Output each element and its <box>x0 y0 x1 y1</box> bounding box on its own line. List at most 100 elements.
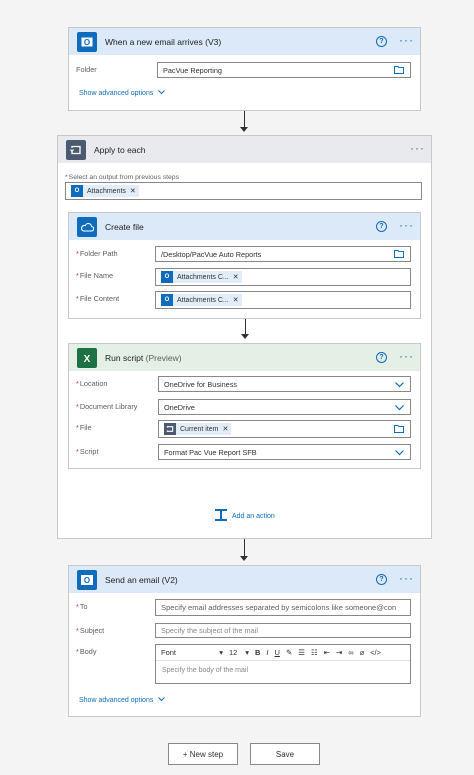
to-placeholder: Specify email addresses separated by sem… <box>161 603 397 612</box>
caret-down-icon: ▾ <box>245 648 249 657</box>
help-icon[interactable]: ? <box>376 352 387 363</box>
underline-icon[interactable]: U <box>275 648 280 657</box>
email-trigger-card: O When a new email arrives (V3) ? ··· Fo… <box>68 27 421 111</box>
loop-icon <box>66 139 86 160</box>
help-icon[interactable]: ? <box>376 574 387 585</box>
folder-picker-icon[interactable] <box>394 65 404 76</box>
remove-token-icon[interactable]: ✕ <box>233 273 239 281</box>
create-file-header[interactable]: Create file ? ··· <box>69 213 420 240</box>
unlink-icon[interactable]: ⌀ <box>360 648 365 657</box>
folder-path-value: /Desktop/PacVue Auto Reports <box>161 249 262 259</box>
folder-path-label: *Folder Path <box>76 249 118 258</box>
subject-label: *Subject <box>76 626 105 635</box>
script-value: Format Pac Vue Report SFB <box>164 447 257 457</box>
more-options-icon[interactable]: ··· <box>399 350 414 364</box>
numbered-list-icon[interactable]: ☷ <box>311 648 318 657</box>
more-options-icon[interactable]: ··· <box>399 219 414 233</box>
file-name-label: *File Name <box>76 271 114 280</box>
show-advanced-options-link[interactable]: Show advanced options <box>79 697 166 704</box>
apply-to-each-container: Apply to each ··· *Select an output from… <box>57 135 432 539</box>
connector-arrow <box>238 111 250 132</box>
file-content-label: *File Content <box>76 294 120 303</box>
folder-picker-icon[interactable] <box>394 249 404 260</box>
document-library-label: *Document Library <box>76 402 138 411</box>
chevron-down-icon <box>395 449 404 458</box>
file-field[interactable]: Current item ✕ <box>158 420 411 438</box>
chevron-down-icon <box>395 404 404 413</box>
location-value: OneDrive for Business <box>164 379 237 389</box>
location-label: *Location <box>76 379 108 388</box>
subject-input[interactable]: Specify the subject of the mail <box>155 623 411 638</box>
attachments-content-token[interactable]: O Attachments C... ✕ <box>161 271 242 283</box>
to-input[interactable]: Specify email addresses separated by sem… <box>155 599 411 616</box>
outlook-icon: O <box>71 185 83 197</box>
chevron-down-icon <box>395 381 404 390</box>
folder-label: Folder <box>76 65 97 74</box>
font-dropdown[interactable]: Font ▾ <box>161 648 223 657</box>
document-library-dropdown[interactable]: OneDrive <box>158 399 411 415</box>
more-options-icon[interactable]: ··· <box>399 34 414 48</box>
remove-token-icon[interactable]: ✕ <box>223 425 229 433</box>
italic-icon[interactable]: I <box>266 648 268 657</box>
increase-indent-icon[interactable]: ⇥ <box>336 648 342 657</box>
run-script-header[interactable]: X Run script (Preview) ? ··· <box>69 344 420 371</box>
subject-placeholder: Specify the subject of the mail <box>161 626 258 635</box>
body-editor[interactable]: Font ▾ 12 ▾ B I U ✎ ☰ ☷ ⇤ ⇥ ∞ ⌀ </> Specif… <box>155 644 411 684</box>
save-button[interactable]: Save <box>250 743 320 765</box>
bold-icon[interactable]: B <box>255 648 260 657</box>
location-dropdown[interactable]: OneDrive for Business <box>158 376 411 392</box>
attachments-token[interactable]: O Attachments ✕ <box>71 185 139 197</box>
connector-arrow <box>239 319 251 339</box>
card-title: Create file <box>105 221 144 232</box>
select-output-label: *Select an output from previous steps <box>65 174 179 181</box>
outlook-icon: O <box>77 569 97 590</box>
connector-arrow <box>238 539 250 561</box>
run-script-card: X Run script (Preview) ? ··· *Location O… <box>68 343 421 469</box>
pen-icon[interactable]: ✎ <box>286 648 292 657</box>
apply-to-each-header[interactable]: Apply to each ··· <box>58 136 431 163</box>
create-file-card: Create file ? ··· *Folder Path /Desktop/… <box>68 212 421 319</box>
decrease-indent-icon[interactable]: ⇤ <box>324 648 330 657</box>
svg-text:X: X <box>84 354 91 364</box>
email-trigger-header[interactable]: O When a new email arrives (V3) ? ··· <box>69 28 420 55</box>
body-placeholder: Specify the body of the mail <box>162 667 248 674</box>
add-action-icon <box>214 508 228 524</box>
new-step-button[interactable]: + New step <box>168 743 238 765</box>
rich-text-toolbar: Font ▾ 12 ▾ B I U ✎ ☰ ☷ ⇤ ⇥ ∞ ⌀ </> <box>156 645 410 661</box>
document-library-value: OneDrive <box>164 402 195 412</box>
help-icon[interactable]: ? <box>376 221 387 232</box>
show-advanced-options-link[interactable]: Show advanced options <box>79 90 166 97</box>
file-name-field[interactable]: O Attachments C... ✕ <box>155 268 411 286</box>
more-options-icon[interactable]: ··· <box>410 142 425 156</box>
add-action-button[interactable]: Add an action <box>214 508 275 524</box>
bulleted-list-icon[interactable]: ☰ <box>298 648 305 657</box>
body-label: *Body <box>76 647 97 656</box>
outlook-icon: O <box>161 271 173 283</box>
script-dropdown[interactable]: Format Pac Vue Report SFB <box>158 444 411 460</box>
loop-icon <box>164 423 176 435</box>
file-label: *File <box>76 423 92 432</box>
folder-path-field[interactable]: /Desktop/PacVue Auto Reports <box>155 246 411 262</box>
select-output-field[interactable]: O Attachments ✕ <box>65 182 422 200</box>
outlook-icon: O <box>77 31 97 52</box>
code-view-icon[interactable]: </> <box>370 648 381 657</box>
more-options-icon[interactable]: ··· <box>399 572 414 586</box>
to-label: *To <box>76 602 88 611</box>
folder-picker-icon[interactable] <box>394 424 404 435</box>
file-content-field[interactable]: O Attachments C... ✕ <box>155 291 411 309</box>
card-title: Send an email (V2) <box>105 574 178 585</box>
attachments-content-token[interactable]: O Attachments C... ✕ <box>161 294 242 306</box>
help-icon[interactable]: ? <box>376 36 387 47</box>
script-label: *Script <box>76 447 99 456</box>
remove-token-icon[interactable]: ✕ <box>233 296 239 304</box>
caret-down-icon: ▾ <box>219 648 223 657</box>
folder-field[interactable]: PacVue Reporting <box>157 62 411 78</box>
link-icon[interactable]: ∞ <box>348 648 353 657</box>
send-email-header[interactable]: O Send an email (V2) ? ··· <box>69 566 420 593</box>
remove-token-icon[interactable]: ✕ <box>130 187 136 195</box>
card-title: Run script (Preview) <box>105 352 182 363</box>
current-item-token[interactable]: Current item ✕ <box>164 423 232 435</box>
font-size-dropdown[interactable]: 12 ▾ <box>229 648 249 657</box>
svg-text:O: O <box>84 576 90 585</box>
outlook-icon: O <box>161 294 173 306</box>
